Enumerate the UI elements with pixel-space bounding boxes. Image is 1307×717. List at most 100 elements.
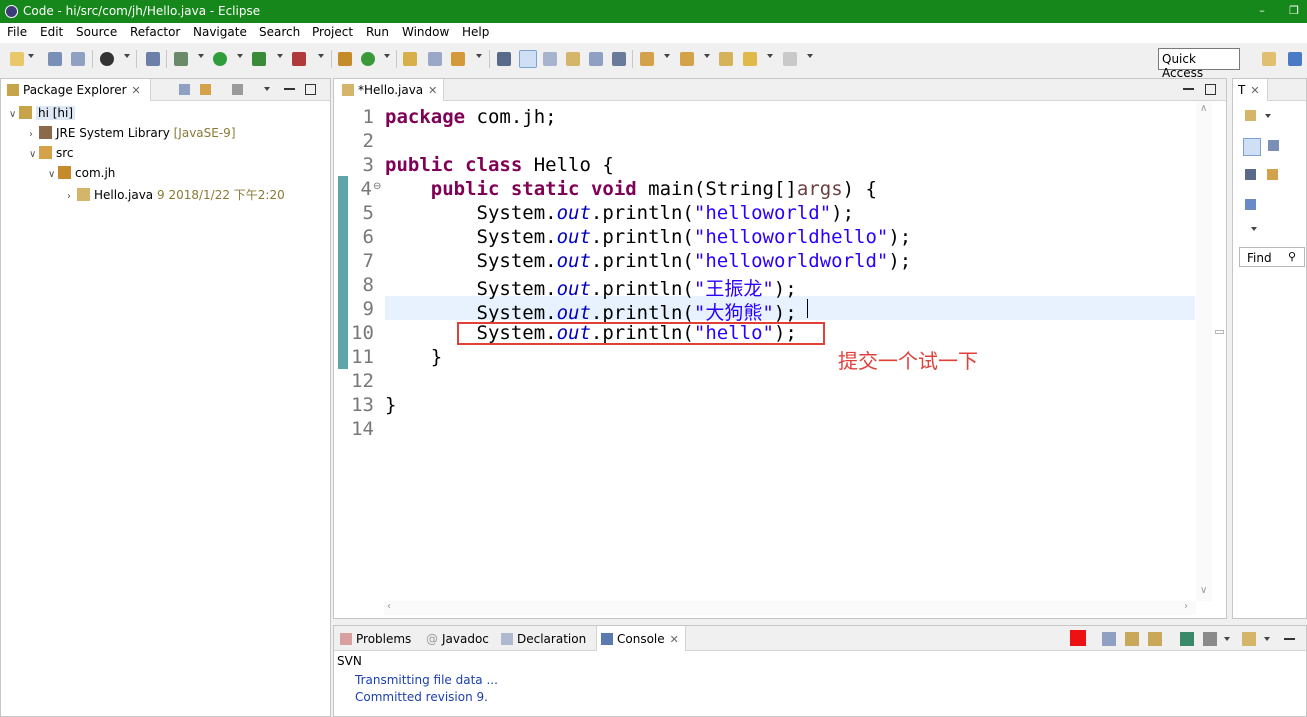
tab-package-explorer[interactable]: Package Explorer ✕ [1,79,151,101]
maximize-editor-icon[interactable] [1205,84,1216,95]
find-input[interactable]: Find ⚲ [1239,247,1305,267]
menu-window[interactable]: Window [402,25,449,39]
editor-vertical-scrollbar[interactable]: ∧ ∨ [1196,101,1212,601]
next-edit-icon[interactable] [640,52,654,66]
toggle-mark-occurrences-icon[interactable] [497,52,511,66]
last-edit-location-icon[interactable] [719,52,733,66]
chevron-down-icon[interactable]: ∨ [29,149,39,160]
code-line-7[interactable]: System.out.println("helloworldworld"); [385,250,912,272]
skip-breakpoints-icon[interactable] [146,52,160,66]
tab-hello-java[interactable]: *Hello.java ✕ [334,79,444,101]
debug-dropdown-icon[interactable] [198,54,204,58]
code-line-4[interactable]: public static void main(String[]args) { [385,178,877,200]
back-icon[interactable] [743,52,757,66]
tab-problems[interactable]: Problems [340,626,411,648]
quick-access-input[interactable]: Quick Access [1158,48,1240,80]
debug-icon[interactable] [174,52,188,66]
new-class-dropdown-icon[interactable] [384,54,390,58]
terminate-icon[interactable] [1070,630,1086,646]
scheduled-icon[interactable] [1268,140,1279,151]
display-console-dropdown-icon[interactable] [1224,637,1230,641]
menu-help[interactable]: Help [462,25,489,39]
code-line-6[interactable]: System.out.println("helloworldhello"); [385,226,912,248]
tree-jre-library[interactable]: › JRE System Library [JavaSE-9] [29,126,236,144]
link-with-editor-icon[interactable] [200,84,211,95]
close-icon[interactable]: ✕ [670,633,679,646]
categorized-icon[interactable] [1243,138,1261,156]
code-line-13[interactable]: } [385,394,396,416]
coverage-icon[interactable] [252,52,266,66]
scroll-up-icon[interactable]: ∧ [1200,103,1207,114]
close-icon[interactable]: ✕ [428,84,437,97]
previous-edit-icon[interactable] [680,52,694,66]
editor-horizontal-scrollbar[interactable]: ‹ › [384,601,1196,615]
code-line-1[interactable]: package com.jh; [385,106,557,128]
new-icon[interactable] [10,52,24,66]
back-dropdown-icon[interactable] [767,54,773,58]
new-task-dropdown-icon[interactable] [1265,114,1271,118]
close-icon[interactable]: ✕ [1250,84,1259,97]
clear-console-icon[interactable] [1102,632,1116,646]
save-all-icon[interactable] [71,52,85,66]
restore-button[interactable]: ❐ [1284,2,1304,20]
menu-refactor[interactable]: Refactor [130,25,180,39]
show-whitespace-icon[interactable] [589,52,603,66]
tab-javadoc[interactable]: @ Javadoc [426,626,489,648]
focus-icon[interactable] [232,84,243,95]
code-line-5[interactable]: System.out.println("helloworld"); [385,202,855,224]
coverage-dropdown-icon[interactable] [277,54,283,58]
close-icon[interactable]: ✕ [132,84,141,97]
forward-icon[interactable] [783,52,797,66]
chevron-down-icon[interactable]: ∨ [48,169,58,180]
new-dropdown-icon[interactable] [28,54,34,58]
next-edit-dropdown-icon[interactable] [664,54,670,58]
view-menu-icon[interactable] [1251,227,1257,231]
open-console-icon[interactable] [1242,632,1256,646]
forward-dropdown-icon[interactable] [807,54,813,58]
scroll-lock-icon[interactable] [1125,632,1139,646]
java-perspective-icon[interactable] [1288,52,1302,66]
minimize-console-icon[interactable] [1284,638,1295,640]
chevron-right-icon[interactable]: › [29,129,39,140]
show-only-my-tasks-icon[interactable] [1267,169,1278,180]
next-annotation-icon[interactable] [566,52,580,66]
open-task-icon[interactable] [428,52,442,66]
save-icon[interactable] [48,52,62,66]
collapse-all-icon[interactable] [179,84,190,95]
run-dropdown-icon[interactable] [237,54,243,58]
maximize-view-icon[interactable] [305,84,316,95]
tree-package[interactable]: ∨ com.jh [48,166,115,184]
scroll-left-icon[interactable]: ‹ [387,601,391,612]
scroll-right-icon[interactable]: › [1184,601,1188,612]
tab-outline[interactable]: T ✕ [1233,79,1268,101]
chevron-right-icon[interactable]: › [67,191,77,202]
menu-edit[interactable]: Edit [40,25,63,39]
highlight-icon[interactable] [519,50,537,68]
tree-src[interactable]: ∨ src [29,146,74,164]
new-java-package-icon[interactable] [338,52,352,66]
minimize-button[interactable]: – [1252,2,1272,20]
menu-file[interactable]: File [7,25,27,39]
view-menu-icon[interactable] [264,87,270,91]
code-line-11[interactable]: } [385,346,442,368]
tab-console[interactable]: Console ✕ [596,626,686,651]
menu-search[interactable]: Search [259,25,300,39]
search-icon[interactable] [451,52,465,66]
code-line-8[interactable]: System.out.println("王振龙"); [385,274,797,301]
run-icon[interactable] [213,52,227,66]
code-line-9[interactable]: System.out.println("大狗熊"); [385,298,797,325]
pin-console-icon[interactable] [1180,632,1194,646]
chevron-down-icon[interactable]: ∨ [9,109,19,120]
external-tools-icon[interactable] [292,52,306,66]
display-console-icon[interactable] [1203,632,1217,646]
new-task-icon[interactable] [1245,110,1256,121]
fold-icon[interactable]: ⊖ [373,181,381,192]
code-line-3[interactable]: public class Hello { [385,154,614,176]
previous-edit-dropdown-icon[interactable] [704,54,710,58]
tree-file[interactable]: › Hello.java 9 2018/1/22 下午2:20 [67,186,285,204]
minimize-view-icon[interactable] [284,88,295,90]
word-wrap-icon[interactable] [1148,632,1162,646]
svn-icon[interactable] [100,52,114,66]
new-java-class-icon[interactable] [361,52,375,66]
scroll-down-icon[interactable]: ∨ [1200,585,1207,596]
